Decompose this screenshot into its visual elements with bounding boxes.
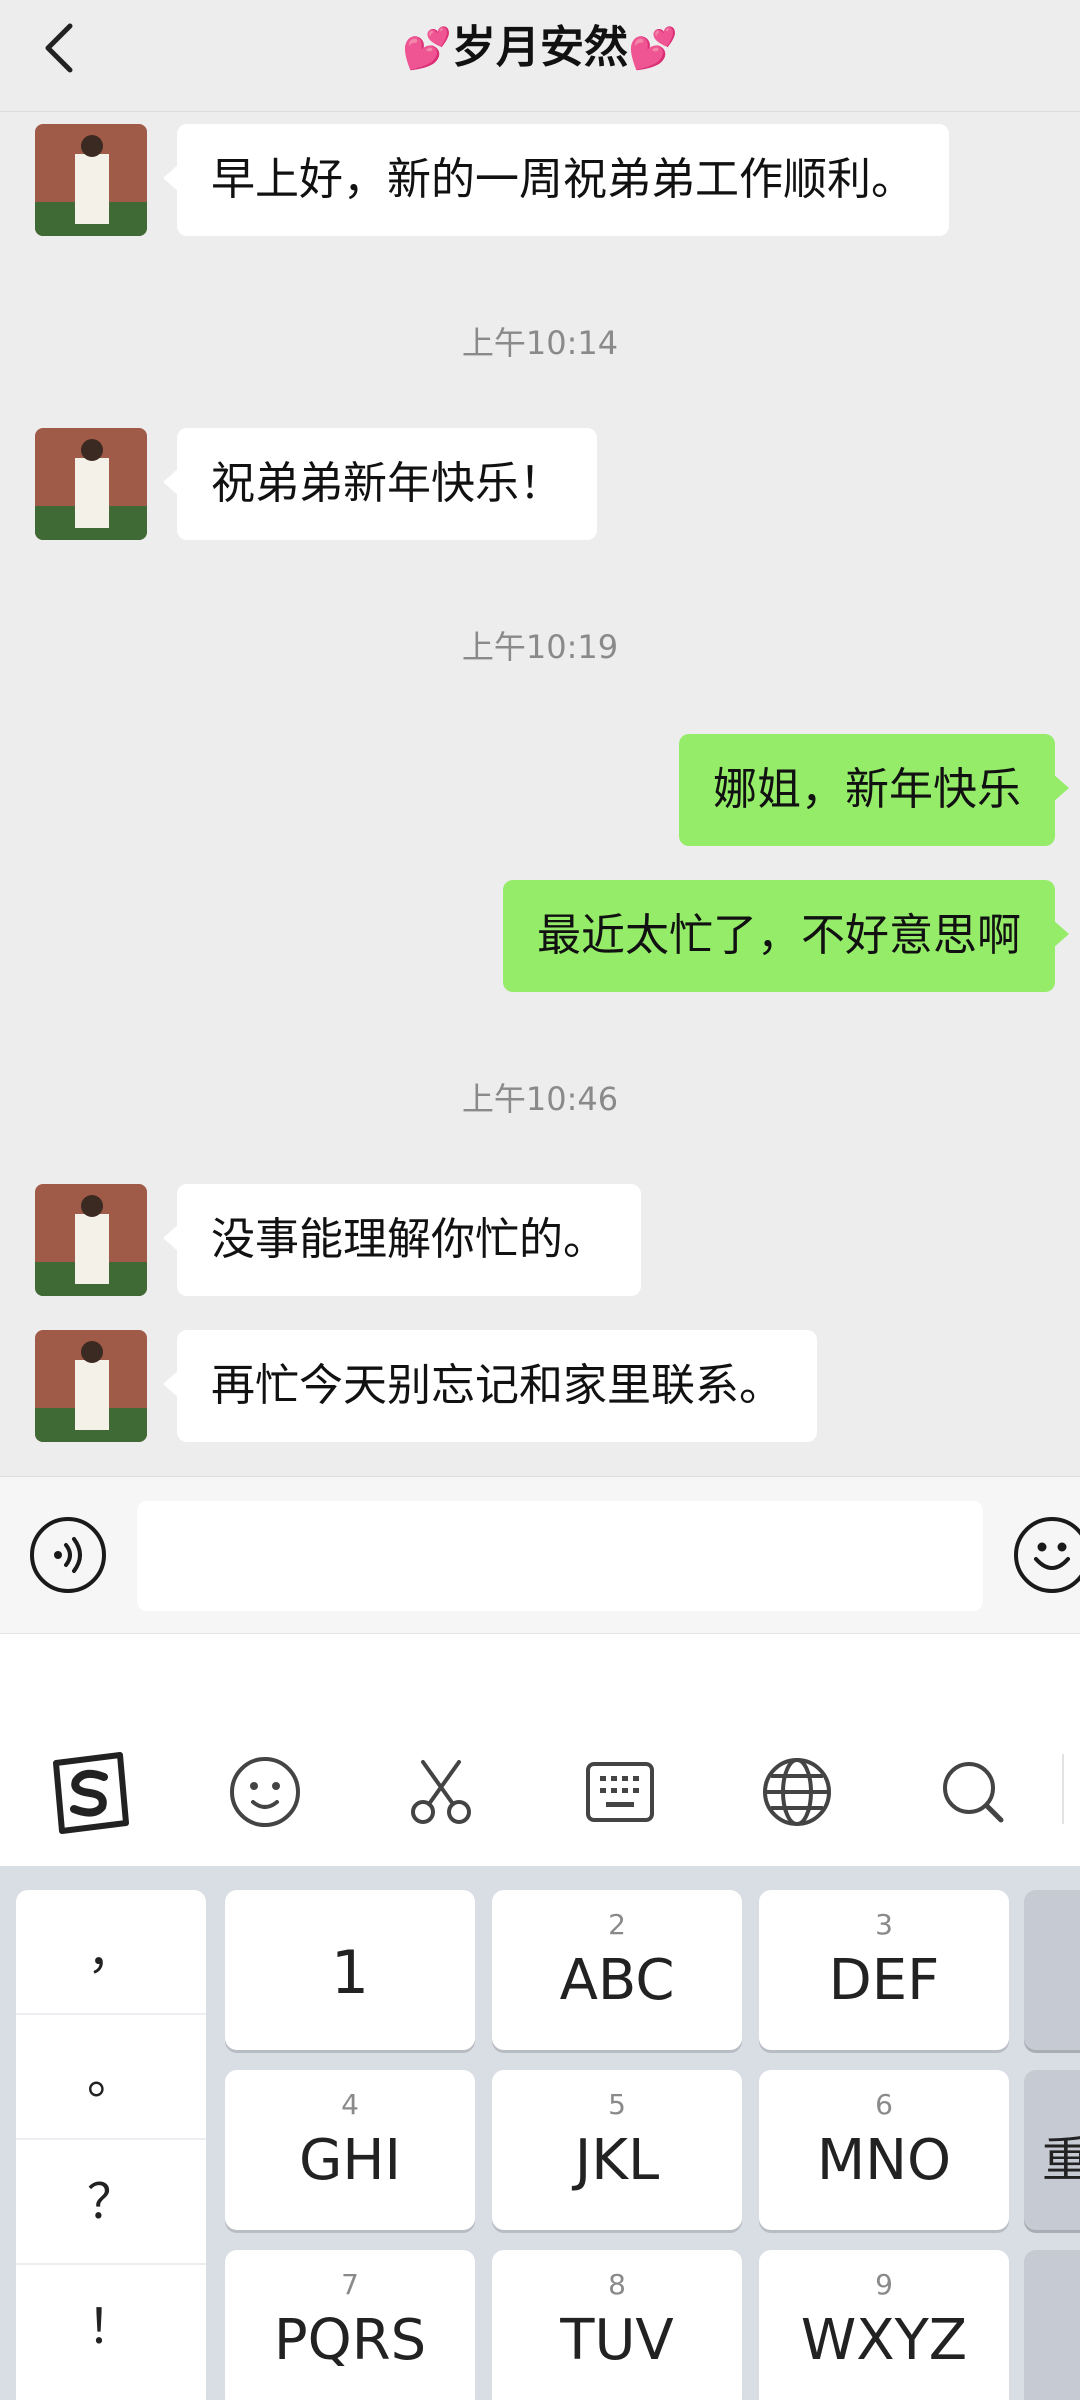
key-number: 2: [608, 1908, 626, 1941]
punctuation-column[interactable]: ， 。 ？ ！: [16, 1890, 206, 2400]
key-number: 6: [875, 2088, 893, 2121]
key-abc[interactable]: 2 ABC: [492, 1890, 742, 2050]
timestamp: 上午10:14: [461, 324, 619, 362]
message-row-incoming: 再忙今天别忘记和家里联系。: [0, 1330, 1080, 1442]
voice-input-button[interactable]: [30, 1517, 106, 1593]
key-letters: GHI: [298, 2128, 402, 2193]
search-icon: [943, 1762, 1004, 1823]
punct-key-question[interactable]: ？: [16, 2140, 206, 2265]
key-number: 8: [608, 2268, 626, 2301]
message-bubble-incoming[interactable]: 再忙今天别忘记和家里联系。: [163, 1330, 817, 1442]
emoji-panel-button[interactable]: [220, 1747, 310, 1837]
zero-key[interactable]: [1024, 2250, 1080, 2400]
key-letters: ABC: [559, 1948, 675, 2013]
key-number: 7: [341, 2268, 359, 2301]
punct-key-period[interactable]: 。: [16, 2015, 206, 2140]
globe-icon: [763, 1758, 831, 1826]
sogou-logo-icon: [53, 1752, 129, 1834]
toolbar-divider: [1062, 1754, 1064, 1824]
key-number: 3: [875, 1908, 893, 1941]
key-def[interactable]: 3 DEF: [759, 1890, 1009, 2050]
message-row-outgoing: 最近太忙了，不好意思啊: [0, 880, 1080, 992]
avatar-photo-icon: [35, 1184, 147, 1296]
avatar[interactable]: [35, 1184, 147, 1296]
message-bubble-incoming[interactable]: 祝弟弟新年快乐！: [163, 428, 597, 540]
ime-keyboard: ， 。 ？ ！ 1 2 ABC 3 DEF 4 GHI 5 JKL 6 MNO …: [0, 1866, 1080, 2400]
key-letters: TUV: [560, 2308, 674, 2373]
contact-name: 岁月安然: [452, 22, 628, 73]
message-bubble-outgoing[interactable]: 娜姐，新年快乐: [679, 734, 1069, 846]
punct-key-comma[interactable]: ，: [16, 1890, 206, 2015]
message-input-bar: [0, 1476, 1080, 1634]
key-ghi[interactable]: 4 GHI: [225, 2070, 475, 2230]
search-button[interactable]: [928, 1747, 1018, 1837]
key-number: 4: [341, 2088, 359, 2121]
key-letters: 1: [330, 1938, 370, 2008]
key-letters: JKL: [574, 2128, 660, 2193]
key-jkl[interactable]: 5 JKL: [492, 2070, 742, 2230]
translate-button[interactable]: [752, 1747, 842, 1837]
keyboard-toolbar: [0, 1634, 1080, 1866]
chat-screen: 💕岁月安然💕 早上好，新的一周祝弟弟工作顺利。 上午10:14 祝弟弟新年快乐！…: [0, 0, 1080, 2400]
sogou-logo-button[interactable]: [44, 1747, 134, 1837]
message-bubble-outgoing[interactable]: 最近太忙了，不好意思啊: [503, 880, 1069, 992]
emoji-icon: [230, 1757, 300, 1827]
message-text-input[interactable]: [137, 1501, 983, 1611]
scissors-icon: [411, 1760, 471, 1824]
avatar-photo-icon: [35, 428, 147, 540]
key-1[interactable]: 1: [225, 1890, 475, 2050]
key-pqrs[interactable]: 7 PQRS: [225, 2250, 475, 2400]
voice-icon: [54, 1537, 82, 1573]
key-number: 5: [608, 2088, 626, 2121]
clipboard-button[interactable]: [396, 1747, 486, 1837]
message-row-incoming: 祝弟弟新年快乐！: [0, 428, 1080, 540]
key-letters: PQRS: [273, 2308, 427, 2373]
reinput-key[interactable]: 重: [1024, 2070, 1080, 2230]
delete-key[interactable]: [1024, 1890, 1080, 2050]
hearts-emoji-left: 💕: [402, 26, 452, 72]
side-key-label: 重: [1042, 2132, 1080, 2188]
keyboard-icon: [586, 1762, 654, 1822]
emoji-icon: [1034, 1542, 1070, 1570]
chat-header: 💕岁月安然💕: [0, 0, 1080, 112]
timestamp: 上午10:46: [461, 1080, 619, 1118]
key-mno[interactable]: 6 MNO: [759, 2070, 1009, 2230]
key-tuv[interactable]: 8 TUV: [492, 2250, 742, 2400]
key-number: 9: [875, 2268, 893, 2301]
message-row-incoming: 没事能理解你忙的。: [0, 1184, 1080, 1296]
timestamp: 上午10:19: [461, 628, 619, 666]
hearts-emoji-right: 💕: [628, 26, 678, 72]
avatar-photo-icon: [35, 1330, 147, 1442]
avatar-photo-icon: [35, 124, 147, 236]
message-bubble-incoming[interactable]: 没事能理解你忙的。: [163, 1184, 641, 1296]
avatar[interactable]: [35, 1330, 147, 1442]
avatar[interactable]: [35, 428, 147, 540]
key-letters: DEF: [828, 1948, 940, 2013]
message-row-outgoing: 娜姐，新年快乐: [0, 734, 1080, 846]
punct-key-exclaim[interactable]: ！: [16, 2265, 206, 2390]
emoji-button[interactable]: [1014, 1517, 1080, 1593]
key-letters: WXYZ: [800, 2308, 968, 2373]
key-letters: MNO: [816, 2128, 952, 2193]
message-row-incoming: 早上好，新的一周祝弟弟工作顺利。: [0, 124, 1080, 236]
keyboard-layout-button[interactable]: [575, 1747, 665, 1837]
message-bubble-incoming[interactable]: 早上好，新的一周祝弟弟工作顺利。: [163, 124, 949, 236]
avatar[interactable]: [35, 124, 147, 236]
page-title: 💕岁月安然💕: [0, 18, 1080, 79]
key-wxyz[interactable]: 9 WXYZ: [759, 2250, 1009, 2400]
message-list[interactable]: 早上好，新的一周祝弟弟工作顺利。 上午10:14 祝弟弟新年快乐！ 上午10:1…: [0, 112, 1080, 1476]
